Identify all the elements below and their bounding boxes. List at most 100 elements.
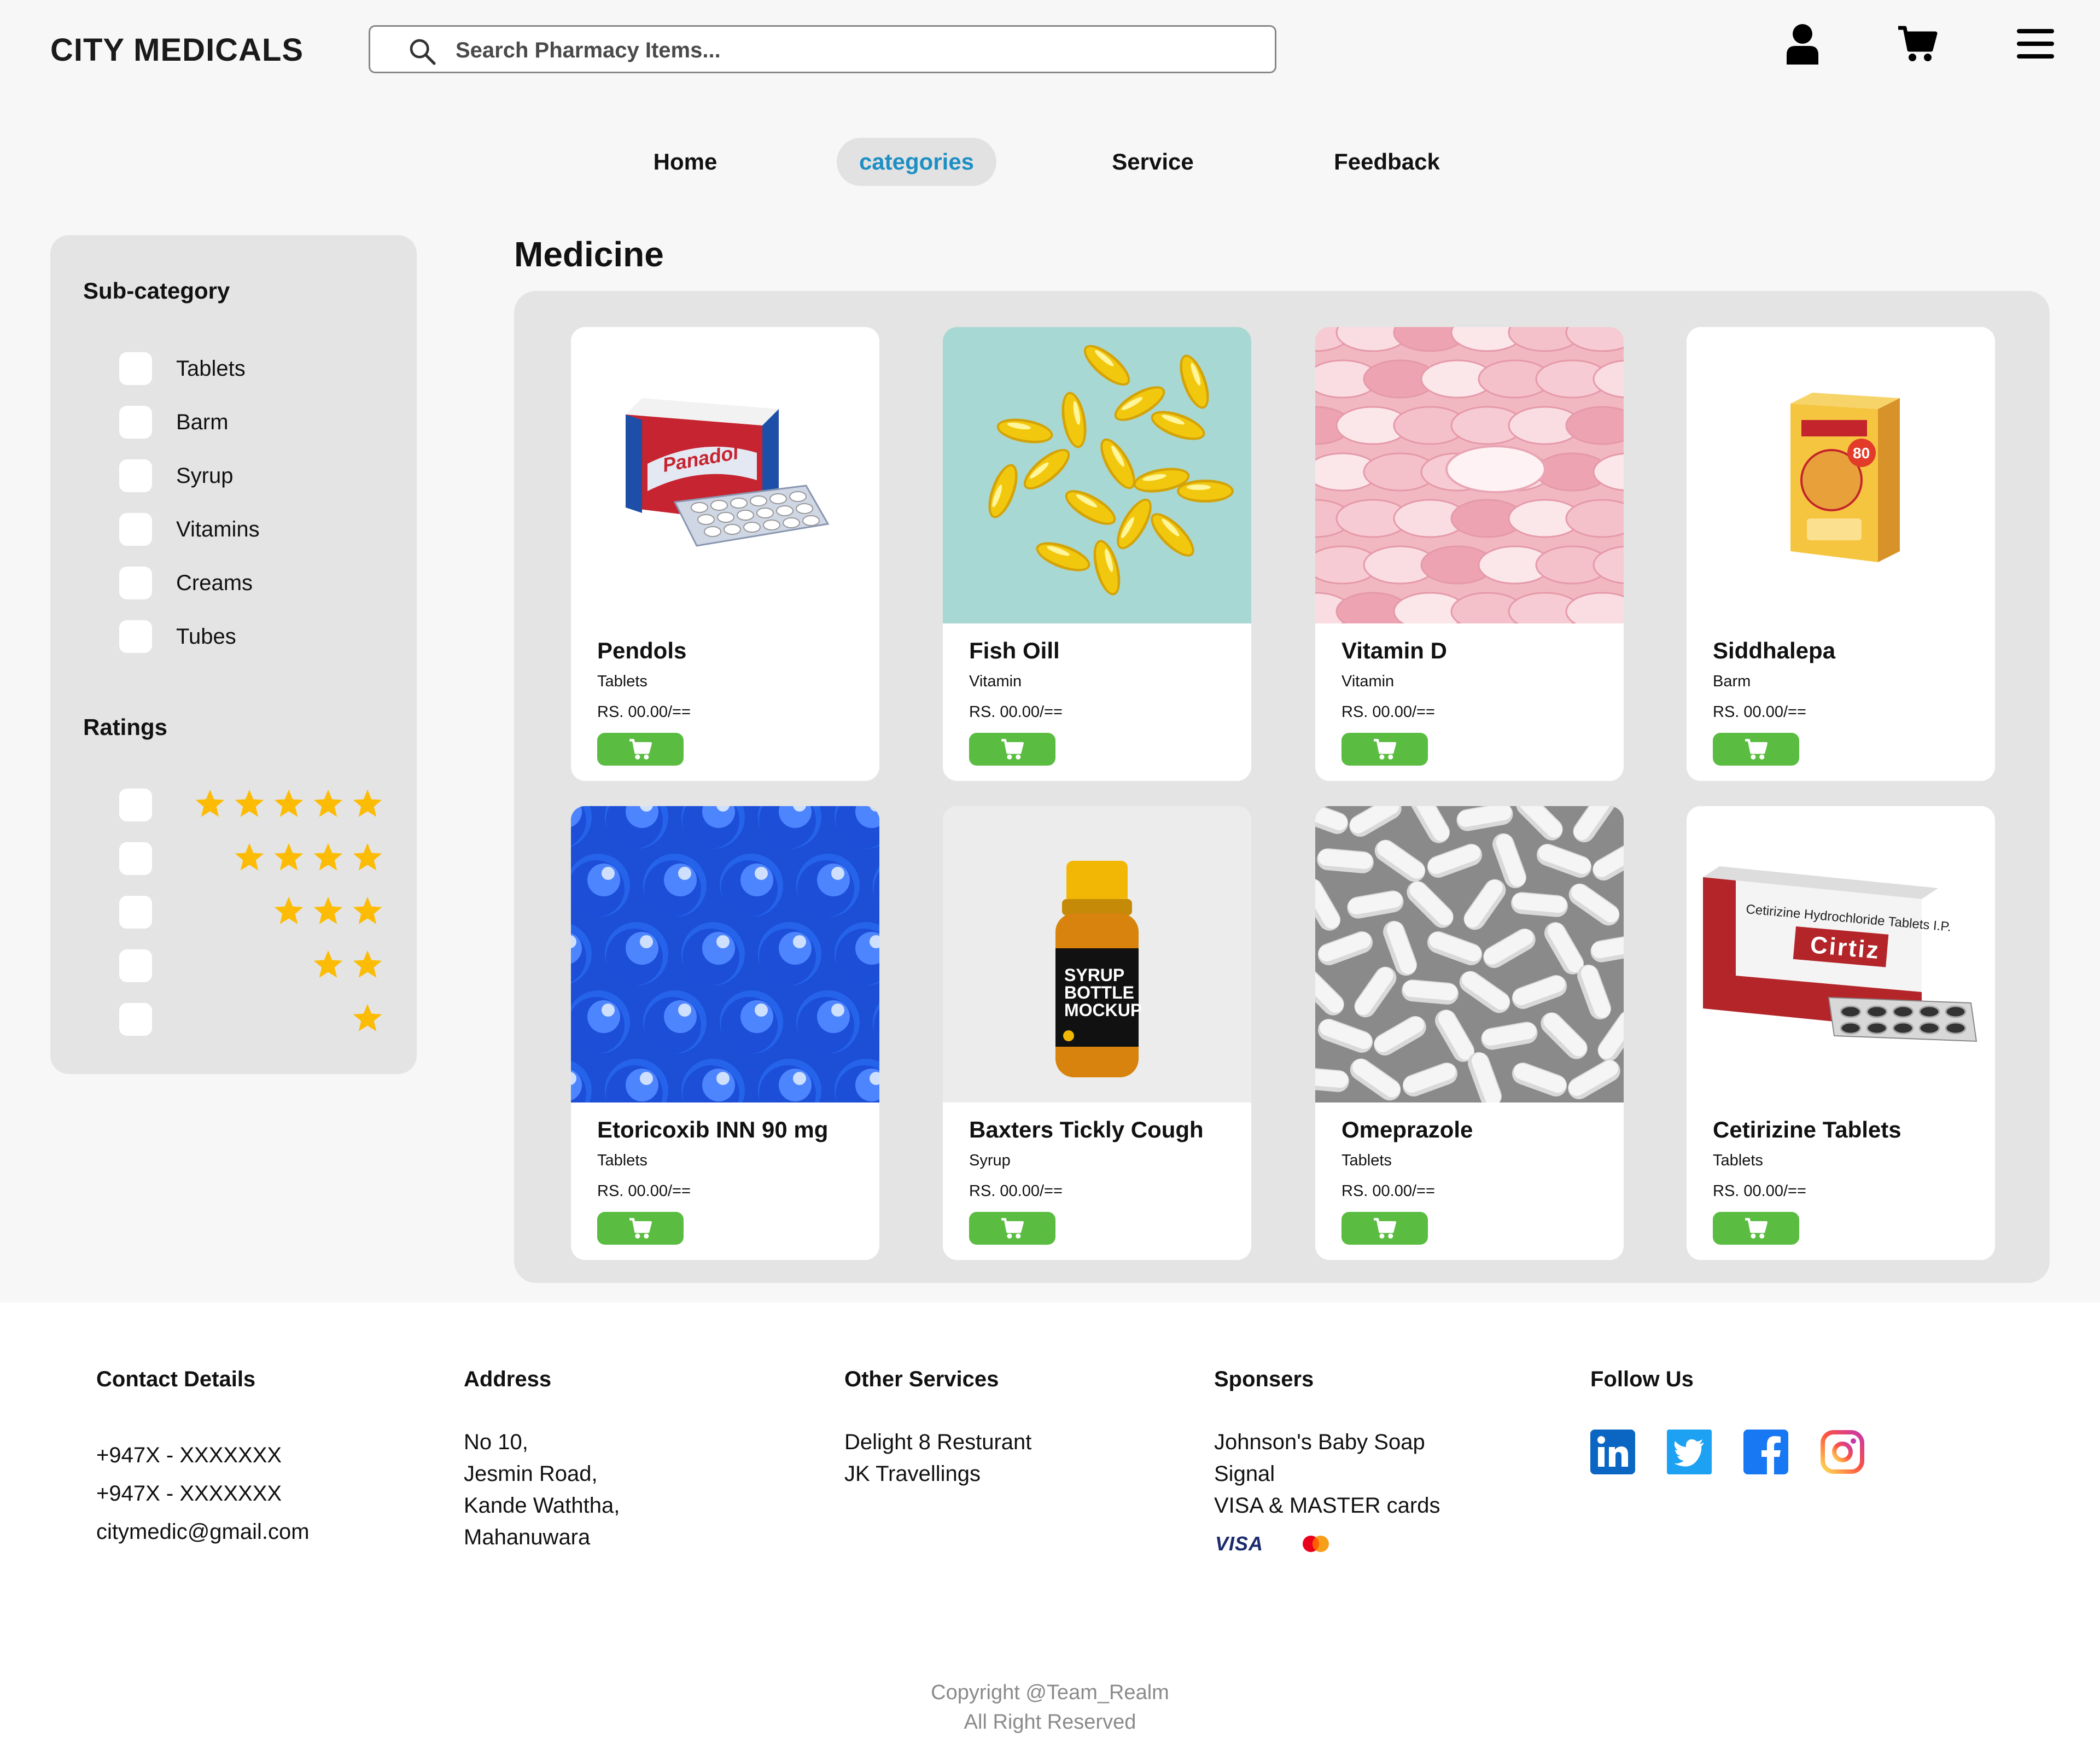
product-card[interactable]: Panadol Pendols Tablets RS. 00.00/== <box>571 327 879 781</box>
product-card[interactable]: SYRUP BOTTLE MOCKUP Baxters Tickly Cough… <box>943 806 1251 1260</box>
checkbox[interactable] <box>119 406 152 439</box>
product-image[interactable]: Panadol <box>571 327 879 623</box>
product-price: RS. 00.00/== <box>1341 703 1435 721</box>
product-image[interactable]: SYRUP BOTTLE MOCKUP <box>943 806 1251 1102</box>
mastercard-logo <box>1303 1536 1329 1552</box>
add-to-cart-button[interactable] <box>969 1212 1055 1245</box>
product-card[interactable]: Cetirizine Hydrochloride Tablets I.P. Ci… <box>1687 806 1995 1260</box>
product-name[interactable]: Omeprazole <box>1341 1117 1473 1143</box>
rating-checkbox-5[interactable] <box>119 789 152 821</box>
svg-text:SYRUP: SYRUP <box>1064 965 1124 985</box>
hamburger-menu-button[interactable] <box>2014 22 2057 66</box>
phone-1[interactable]: +947X - XXXXXXX <box>96 1436 310 1474</box>
subcategory-option[interactable]: Creams <box>119 567 253 599</box>
filter-sidebar: Sub-category Tablets Barm Syrup Vitamins Cre… <box>50 235 417 1074</box>
checkbox[interactable] <box>119 513 152 546</box>
add-to-cart-icon <box>1001 1218 1024 1239</box>
add-to-cart-button[interactable] <box>1341 733 1428 766</box>
product-card[interactable]: 80 Siddhalepa Barm RS. 00.00/== <box>1687 327 1995 781</box>
linkedin-icon[interactable] <box>1590 1430 1635 1474</box>
checkbox[interactable] <box>119 567 152 599</box>
add-to-cart-button[interactable] <box>1713 1212 1799 1245</box>
product-price: RS. 00.00/== <box>1713 1182 1806 1200</box>
search-input[interactable] <box>454 34 1250 66</box>
product-name[interactable]: Fish Oill <box>969 638 1060 664</box>
product-card[interactable]: Etoricoxib INN 90 mg Tablets RS. 00.00/== <box>571 806 879 1260</box>
star-icon <box>313 950 343 978</box>
star-icon <box>313 843 343 871</box>
subcategory-option[interactable]: Barm <box>119 406 229 439</box>
rating-checkbox-4[interactable] <box>119 842 152 875</box>
cart-icon <box>1898 26 1938 61</box>
menu-icon <box>2017 29 2054 59</box>
twitter-icon[interactable] <box>1667 1430 1712 1474</box>
product-image[interactable]: Cetirizine Hydrochloride Tablets I.P. Ci… <box>1687 806 1995 1102</box>
nav-categories[interactable]: categories <box>837 138 996 186</box>
product-price: RS. 00.00/== <box>597 703 691 721</box>
product-image[interactable] <box>943 327 1251 623</box>
user-account-button[interactable] <box>1781 22 1824 66</box>
product-type: Tablets <box>1713 1152 1763 1169</box>
subcategory-title: Sub-category <box>83 278 230 304</box>
service-link[interactable]: Delight 8 Resturant <box>844 1426 1031 1458</box>
product-name[interactable]: Baxters Tickly Cough <box>969 1117 1204 1143</box>
subcategory-label: Tubes <box>176 624 236 649</box>
add-to-cart-button[interactable] <box>969 733 1055 766</box>
svg-text:BOTTLE: BOTTLE <box>1064 983 1134 1002</box>
product-name[interactable]: Cetirizine Tablets <box>1713 1117 1901 1143</box>
contact-title: Contact Details <box>96 1367 256 1391</box>
nav-home[interactable]: Home <box>633 138 737 186</box>
product-image[interactable] <box>1315 806 1624 1102</box>
add-to-cart-button[interactable] <box>1341 1212 1428 1245</box>
nav-feedback[interactable]: Feedback <box>1315 138 1459 186</box>
add-to-cart-button[interactable] <box>597 1212 684 1245</box>
services-title: Other Services <box>844 1367 999 1391</box>
rating-checkbox-1[interactable] <box>119 1003 152 1036</box>
subcategory-label: Barm <box>176 410 229 434</box>
sponsor-item: Johnson's Baby Soap <box>1214 1430 1425 1454</box>
address-line: No 10, <box>464 1430 528 1454</box>
service-link[interactable]: JK Travellings <box>844 1458 1031 1490</box>
facebook-icon[interactable] <box>1743 1430 1788 1474</box>
subcategory-label: Vitamins <box>176 517 260 541</box>
copyright-line: Copyright @Team_Realm <box>931 1681 1169 1704</box>
product-image[interactable] <box>571 806 879 1102</box>
rating-checkbox-2[interactable] <box>119 949 152 982</box>
product-grid: Panadol Pendols Tablets RS. 00.00/== Fish … <box>514 291 2050 1283</box>
visa-logo: VISA <box>1215 1532 1264 1555</box>
social-links <box>1590 1430 1865 1474</box>
product-image[interactable]: 80 <box>1687 327 1995 623</box>
search-bar[interactable] <box>369 25 1276 73</box>
product-card[interactable]: Omeprazole Tablets RS. 00.00/== <box>1315 806 1624 1260</box>
product-type: Barm <box>1713 673 1751 690</box>
subcategory-option[interactable]: Tablets <box>119 352 246 385</box>
product-name[interactable]: Vitamin D <box>1341 638 1447 664</box>
rating-checkbox-3[interactable] <box>119 896 152 929</box>
star-icon <box>353 896 382 924</box>
cart-button[interactable] <box>1895 22 1939 66</box>
email[interactable]: citymedic@gmail.com <box>96 1513 310 1551</box>
phone-2[interactable]: +947X - XXXXXXX <box>96 1474 310 1513</box>
product-name[interactable]: Etoricoxib INN 90 mg <box>597 1117 828 1143</box>
add-to-cart-button[interactable] <box>1713 733 1799 766</box>
subcategory-option[interactable]: Tubes <box>119 620 236 653</box>
checkbox[interactable] <box>119 620 152 653</box>
product-image[interactable] <box>1315 327 1624 623</box>
add-to-cart-button[interactable] <box>597 733 684 766</box>
product-type: Tablets <box>1341 1152 1392 1169</box>
subcategory-option[interactable]: Vitamins <box>119 513 260 546</box>
nav-service[interactable]: Service <box>1093 138 1213 186</box>
subcategory-option[interactable]: Syrup <box>119 459 234 492</box>
brand-logo-text[interactable]: CITY MEDICALS <box>50 32 304 68</box>
subcategory-label: Syrup <box>176 463 234 488</box>
product-card[interactable]: Fish Oill Vitamin RS. 00.00/== <box>943 327 1251 781</box>
checkbox[interactable] <box>119 459 152 492</box>
product-name[interactable]: Siddhalepa <box>1713 638 1835 664</box>
address-lines: No 10, Jesmin Road, Kande Waththa, Mahan… <box>464 1426 620 1553</box>
instagram-icon[interactable] <box>1820 1430 1865 1474</box>
product-card[interactable]: Vitamin D Vitamin RS. 00.00/== <box>1315 327 1624 781</box>
product-name[interactable]: Pendols <box>597 638 686 664</box>
rating-stars-5 <box>194 788 384 820</box>
contact-details: +947X - XXXXXXX +947X - XXXXXXX citymedi… <box>96 1436 310 1551</box>
checkbox[interactable] <box>119 352 152 385</box>
